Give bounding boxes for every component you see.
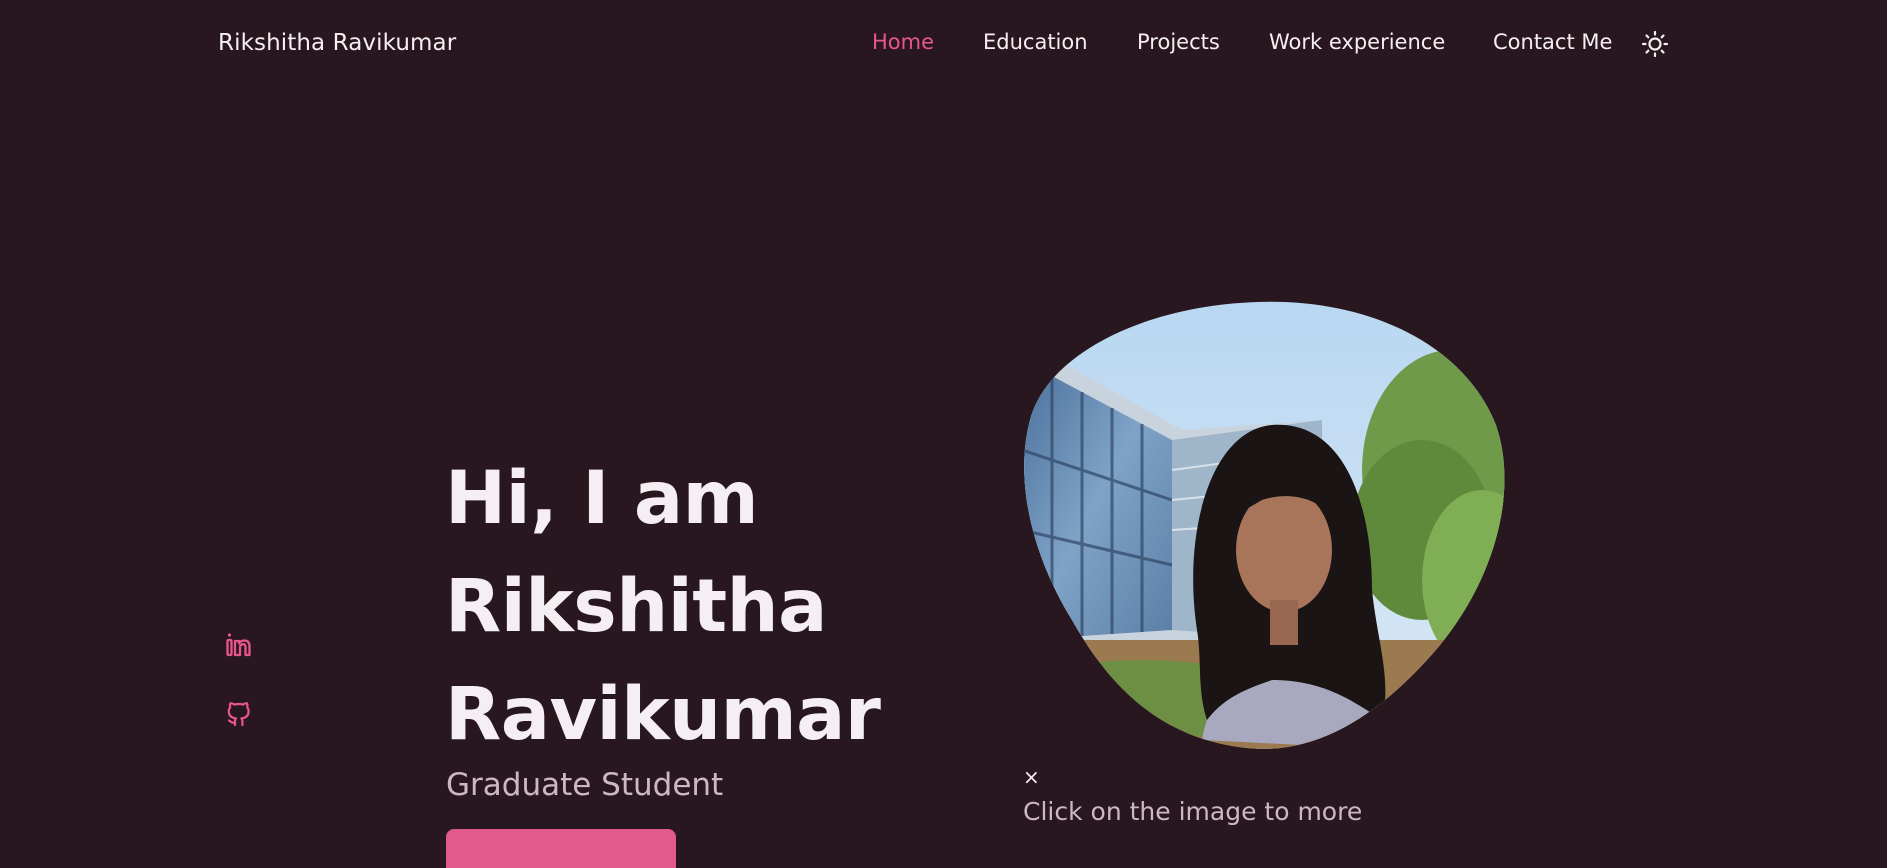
close-button[interactable]: × (1023, 765, 1040, 789)
linkedin-link[interactable] (224, 630, 254, 660)
hero-title-line: Ravikumar (445, 672, 881, 757)
github-link[interactable] (224, 698, 254, 728)
nav-projects[interactable]: Projects (1137, 30, 1220, 54)
nav-contact-me[interactable]: Contact Me (1493, 30, 1612, 54)
page: Rikshitha Ravikumar Home Education Proje… (0, 0, 1887, 868)
hero-title-line: Hi, I am (445, 456, 759, 541)
hero-title: Hi, I am Rikshitha Ravikumar (445, 445, 881, 769)
nav-education[interactable]: Education (983, 30, 1088, 54)
profile-photo (1024, 301, 1505, 749)
sun-icon (1641, 30, 1669, 58)
linkedin-icon (226, 633, 251, 657)
hero-subtitle: Graduate Student (446, 767, 724, 803)
hero-cta-button[interactable] (446, 829, 676, 868)
nav-home[interactable]: Home (872, 30, 934, 54)
profile-image[interactable] (1022, 300, 1505, 750)
site-logo[interactable]: Rikshitha Ravikumar (218, 30, 456, 56)
hero-title-line: Rikshitha (445, 564, 827, 649)
image-hint-text: Click on the image to more (1023, 797, 1363, 826)
github-icon (227, 702, 250, 727)
theme-toggle-button[interactable] (1641, 30, 1669, 58)
site-header: Rikshitha Ravikumar Home Education Proje… (0, 0, 1887, 90)
nav-work-experience[interactable]: Work experience (1269, 30, 1445, 54)
